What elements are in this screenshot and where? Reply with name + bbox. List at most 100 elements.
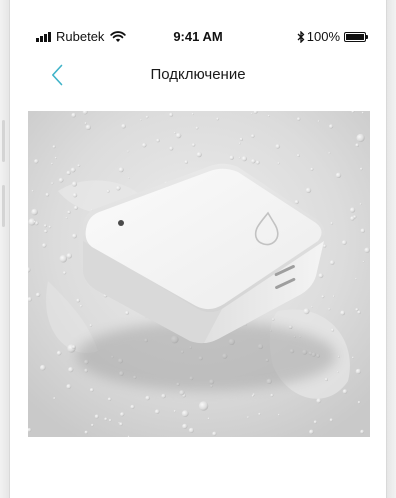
water-droplet [239,156,241,159]
water-droplet [169,146,174,151]
water-droplet [71,112,76,118]
volume-up-button [2,120,5,162]
water-droplet [142,143,147,148]
water-droplet [63,271,67,275]
water-droplet [330,222,334,225]
water-droplet [140,119,142,121]
water-droplet [72,233,77,239]
water-droplet [58,177,64,183]
water-droplet [355,277,357,280]
water-droplet [76,298,81,303]
water-droplet [294,199,299,205]
water-droplet [288,325,293,329]
water-droplet [350,216,355,221]
water-droplet [181,410,189,417]
water-droplet [341,240,347,246]
water-droplet [278,413,280,416]
water-droplet [31,208,38,216]
water-droplet [331,328,335,332]
water-droplet [337,355,340,358]
app-screen: Rubetek 9:41 AM 100% Подключение [10,0,386,498]
water-droplet [125,311,129,315]
water-droplet [77,164,81,167]
water-droplet [191,143,196,147]
water-droplet [255,160,260,165]
water-droplet [94,414,99,419]
water-droplet [104,417,108,421]
water-droplet [66,170,71,175]
water-droplet [350,207,356,213]
water-droplet [355,308,359,312]
water-droplet [120,412,125,417]
water-droplet [239,137,243,141]
water-droplet [73,205,79,210]
water-droplet [271,318,275,321]
water-droplet [52,145,56,149]
water-droplet [91,423,94,427]
water-droplet [72,193,78,198]
water-droplet [71,181,78,187]
device-photo [28,111,370,437]
water-droplet [71,345,76,349]
water-droplet [340,310,346,316]
water-droplet [329,260,335,265]
water-droplet [335,172,342,178]
water-droplet [84,430,88,434]
water-droplet [173,410,176,413]
water-droplet [188,427,194,433]
water-droplet [342,389,348,394]
water-droplet [297,117,301,121]
battery-fill [346,33,364,40]
water-droplet [184,160,189,164]
water-droplet [360,429,365,434]
page-title: Подключение [150,66,246,83]
water-droplet [238,142,241,145]
water-droplet [43,224,47,228]
water-droplet [127,150,130,153]
water-droplet [360,228,365,233]
water-droplet [45,192,50,197]
water-droplet [328,152,331,155]
water-droplet [357,310,361,315]
water-droplet [106,189,110,193]
water-droplet [31,190,34,192]
phone-frame-right [386,0,396,498]
battery-icon [344,31,368,42]
water-droplet [251,134,255,138]
water-droplet [311,306,313,308]
water-droplet [196,152,202,158]
water-droplet [89,388,94,392]
water-droplet [53,397,56,400]
water-droplet [191,112,194,116]
water-droplet [116,185,121,191]
water-droplet [59,255,68,263]
water-droplet [145,115,149,119]
water-droplet [212,431,217,436]
water-droplet [108,419,112,422]
water-droplet [229,155,234,160]
water-droplet [310,167,314,171]
water-droplet [332,295,335,298]
water-droplet [318,273,324,279]
water-droplet [89,324,93,327]
water-droplet [179,390,185,396]
water-droplet [44,229,48,233]
water-droplet [40,364,46,371]
water-droplet [356,133,365,143]
water-droplet [305,187,312,193]
water-droplet [121,123,126,129]
water-droplet [216,117,220,121]
water-droplet [128,177,130,179]
water-droplet [316,398,322,404]
water-droplet [337,371,339,373]
water-droplet [296,154,300,157]
water-droplet [313,420,317,424]
bluetooth-icon [297,30,305,43]
water-droplet [352,356,354,359]
water-droplet [362,260,365,263]
water-droplet [329,418,333,422]
water-droplet [119,422,123,426]
water-droplet [328,308,331,311]
water-droplet [182,423,188,429]
water-droplet [317,120,320,123]
